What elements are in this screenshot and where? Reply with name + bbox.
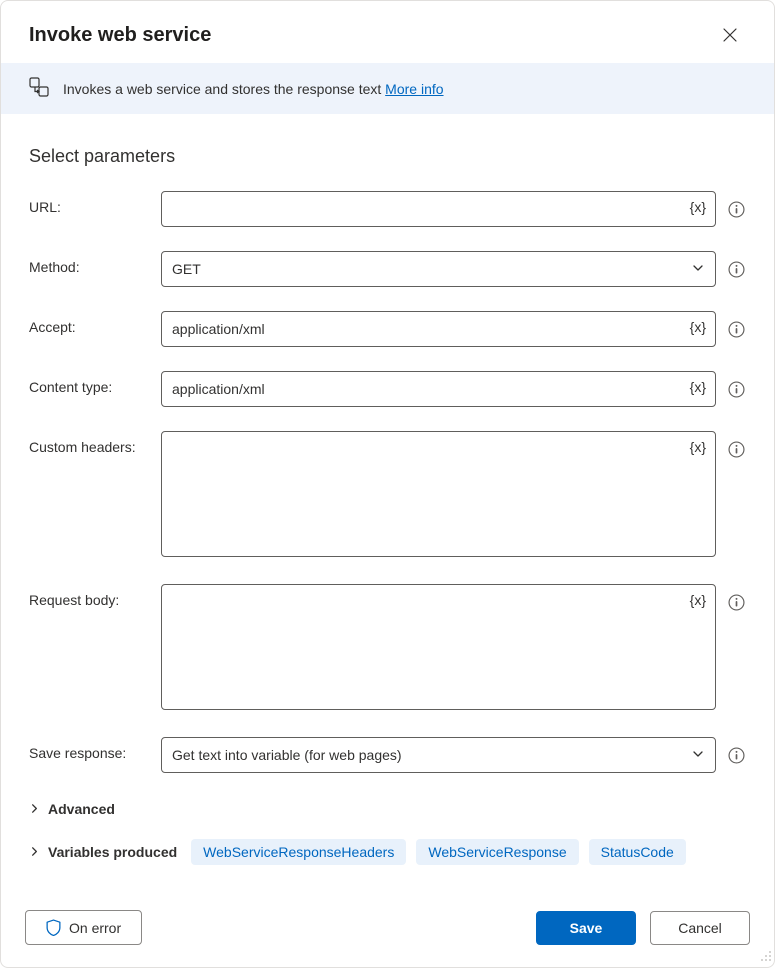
chevron-right-icon bbox=[29, 844, 40, 860]
on-error-button[interactable]: On error bbox=[25, 910, 142, 945]
banner-text: Invokes a web service and stores the res… bbox=[63, 81, 444, 97]
more-info-link[interactable]: More info bbox=[385, 81, 443, 97]
dialog-content: Select parameters URL: {x} Method: GET bbox=[1, 114, 774, 891]
field-content-type: Content type: {x} bbox=[29, 371, 746, 407]
field-url: URL: {x} bbox=[29, 191, 746, 227]
info-icon bbox=[728, 747, 745, 764]
variables-produced-row: Variables produced WebServiceResponseHea… bbox=[29, 839, 746, 865]
content-type-label: Content type: bbox=[29, 371, 151, 395]
close-button[interactable] bbox=[714, 19, 746, 51]
custom-headers-input[interactable] bbox=[161, 431, 716, 557]
variable-chip[interactable]: WebServiceResponseHeaders bbox=[191, 839, 406, 865]
method-label: Method: bbox=[29, 251, 151, 275]
field-save-response: Save response: Get text into variable (f… bbox=[29, 737, 746, 773]
save-button[interactable]: Save bbox=[536, 911, 636, 945]
accept-input[interactable] bbox=[161, 311, 716, 347]
custom-headers-label: Custom headers: bbox=[29, 431, 151, 455]
info-icon bbox=[728, 381, 745, 398]
variable-chip[interactable]: StatusCode bbox=[589, 839, 686, 865]
info-icon bbox=[728, 594, 745, 611]
dialog-header: Invoke web service bbox=[1, 1, 774, 63]
save-response-label: Save response: bbox=[29, 737, 151, 761]
accept-label: Accept: bbox=[29, 311, 151, 335]
url-input[interactable] bbox=[161, 191, 716, 227]
content-type-input[interactable] bbox=[161, 371, 716, 407]
content-type-info-button[interactable] bbox=[726, 379, 746, 399]
on-error-label: On error bbox=[69, 920, 121, 936]
variables-produced-label: Variables produced bbox=[48, 844, 177, 860]
save-response-select[interactable]: Get text into variable (for web pages) bbox=[161, 737, 716, 773]
info-banner: Invokes a web service and stores the res… bbox=[1, 63, 774, 114]
dialog-title: Invoke web service bbox=[29, 24, 211, 47]
section-title: Select parameters bbox=[29, 146, 746, 167]
variable-chip[interactable]: WebServiceResponse bbox=[416, 839, 578, 865]
variables-produced-expander[interactable]: Variables produced bbox=[29, 840, 177, 864]
info-icon bbox=[728, 441, 745, 458]
info-icon bbox=[728, 201, 745, 218]
request-body-label: Request body: bbox=[29, 584, 151, 608]
url-label: URL: bbox=[29, 191, 151, 215]
method-select[interactable]: GET bbox=[161, 251, 716, 287]
url-info-button[interactable] bbox=[726, 199, 746, 219]
web-service-icon bbox=[29, 77, 49, 100]
field-accept: Accept: {x} bbox=[29, 311, 746, 347]
cancel-button[interactable]: Cancel bbox=[650, 911, 750, 945]
accept-info-button[interactable] bbox=[726, 319, 746, 339]
advanced-expander[interactable]: Advanced bbox=[29, 797, 746, 821]
request-body-input[interactable] bbox=[161, 584, 716, 710]
custom-headers-info-button[interactable] bbox=[726, 439, 746, 459]
method-info-button[interactable] bbox=[726, 259, 746, 279]
insert-variable-button[interactable]: {x} bbox=[688, 317, 708, 337]
request-body-info-button[interactable] bbox=[726, 592, 746, 612]
dialog-footer: On error Save Cancel bbox=[1, 891, 774, 967]
close-icon bbox=[723, 28, 737, 42]
save-response-info-button[interactable] bbox=[726, 745, 746, 765]
field-custom-headers: Custom headers: {x} bbox=[29, 431, 746, 560]
info-icon bbox=[728, 321, 745, 338]
shield-icon bbox=[46, 919, 61, 936]
field-request-body: Request body: {x} bbox=[29, 584, 746, 713]
chevron-right-icon bbox=[29, 801, 40, 817]
info-icon bbox=[728, 261, 745, 278]
insert-variable-button[interactable]: {x} bbox=[688, 197, 708, 217]
advanced-label: Advanced bbox=[48, 801, 115, 817]
banner-description: Invokes a web service and stores the res… bbox=[63, 81, 385, 97]
invoke-web-service-dialog: Invoke web service Invokes a web service… bbox=[0, 0, 775, 968]
insert-variable-button[interactable]: {x} bbox=[688, 590, 708, 610]
insert-variable-button[interactable]: {x} bbox=[688, 377, 708, 397]
field-method: Method: GET bbox=[29, 251, 746, 287]
insert-variable-button[interactable]: {x} bbox=[688, 437, 708, 457]
